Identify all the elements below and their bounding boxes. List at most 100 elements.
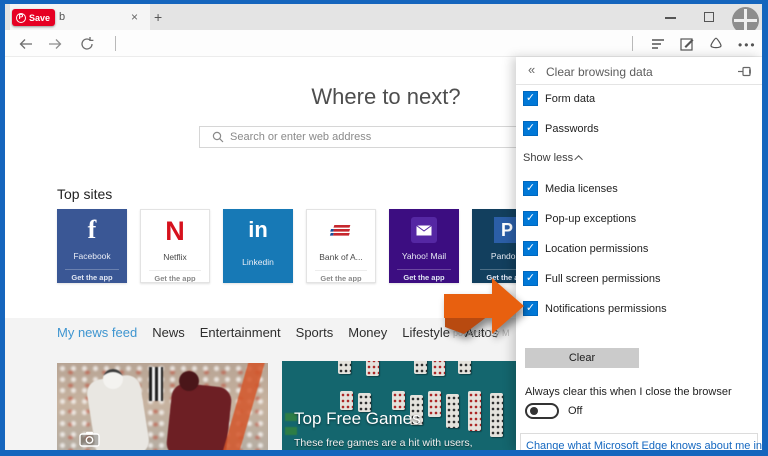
bottom-link-box: Change what Microsoft Edge knows about m…	[520, 433, 762, 450]
tile-name: Netflix	[163, 252, 187, 262]
checkbox-label: Form data	[545, 92, 596, 105]
pinterest-logo-icon: P	[16, 12, 26, 23]
clear-browsing-data-panel: « Clear browsing data ✓ Form data ✓ Pass…	[516, 57, 762, 450]
checkbox-label: Notifications permissions	[545, 302, 667, 315]
checkbox-label: Passwords	[545, 122, 599, 135]
checkbox-label: Full screen permissions	[545, 272, 661, 285]
minimize-button[interactable]	[665, 17, 676, 19]
get-the-app-link[interactable]: Get the app	[65, 269, 119, 282]
tab-my-news-feed[interactable]: My news feed	[57, 325, 137, 340]
netflix-icon: N	[165, 215, 185, 246]
checkbox-checked-icon[interactable]: ✓	[523, 91, 538, 106]
new-tab-button[interactable]: +	[154, 9, 162, 25]
screenshot-frame: b × P Save + ••• Where to next? Search o…	[0, 0, 768, 456]
linkedin-icon: in	[248, 217, 268, 242]
back-icon[interactable]	[18, 36, 34, 52]
tile-name: Yahoo! Mail	[401, 251, 447, 261]
tile-name: Bank of A...	[319, 252, 363, 262]
news-card-football[interactable]	[57, 363, 268, 450]
checkbox-row-media-licenses[interactable]: ✓ Media licenses	[523, 180, 753, 197]
checkbox-row-location-permissions[interactable]: ✓ Location permissions	[523, 240, 753, 257]
tile-name: Facebook	[73, 251, 111, 261]
toggle-state-label: Off	[568, 405, 583, 417]
show-less-link[interactable]: Show less	[523, 152, 583, 164]
tab-news[interactable]: News	[152, 325, 185, 340]
playing-card	[392, 391, 405, 410]
forward-icon[interactable]	[47, 36, 63, 52]
dark-helmet	[179, 371, 199, 391]
news-card-top-free-games[interactable]: Top Free Games These free games are a hi…	[282, 361, 516, 450]
checkbox-label: Pop-up exceptions	[545, 212, 637, 225]
toolbar-separator	[632, 36, 633, 51]
tab-sports[interactable]: Sports	[296, 325, 334, 340]
pinterest-save-button[interactable]: P Save	[12, 9, 55, 26]
always-clear-label: Always clear this when I close the brows…	[525, 386, 732, 398]
refresh-icon[interactable]	[79, 36, 95, 52]
playing-card	[428, 391, 441, 417]
top-site-tile-facebook[interactable]: f Facebook Get the app	[57, 209, 127, 283]
browser-toolbar: •••	[5, 30, 762, 57]
playing-card	[468, 391, 481, 431]
toggle-knob	[530, 407, 538, 415]
checkbox-row-passwords[interactable]: ✓ Passwords	[523, 120, 753, 137]
checkbox-row-notifications-permissions[interactable]: ✓ Notifications permissions	[523, 300, 753, 317]
top-site-tile-bank-of-america[interactable]: Bank of A... Get the app	[306, 209, 376, 283]
tab-bar: b × P Save +	[5, 4, 762, 34]
news-card-title: Top Free Games	[294, 409, 421, 428]
search-icon	[212, 131, 224, 143]
checkbox-label: Location permissions	[545, 242, 649, 255]
playing-card	[338, 361, 351, 374]
browser-window: b × P Save + ••• Where to next? Search o…	[5, 4, 762, 450]
tile-name: Linkedin	[242, 257, 274, 267]
news-feed-tabs: My news feed News Entertainment Sports M…	[57, 325, 498, 340]
player-maroon-jersey	[165, 382, 233, 450]
checkbox-checked-icon[interactable]: ✓	[523, 241, 538, 256]
tutorial-arrow-icon	[444, 278, 524, 334]
tab-entertainment[interactable]: Entertainment	[200, 325, 281, 340]
panel-back-icon[interactable]: «	[528, 62, 535, 77]
playing-card	[340, 391, 353, 410]
maximize-button[interactable]	[704, 12, 714, 22]
white-helmet	[103, 369, 123, 389]
checkbox-checked-icon[interactable]: ✓	[523, 211, 538, 226]
bank-of-america-icon	[307, 210, 375, 252]
checkbox-row-form-data[interactable]: ✓ Form data	[523, 90, 753, 107]
hub-icon[interactable]	[650, 36, 666, 52]
checkbox-label: Media licenses	[545, 182, 618, 195]
playing-card	[458, 361, 471, 374]
camera-icon	[79, 431, 100, 447]
search-bar[interactable]	[199, 126, 569, 148]
top-site-tile-linkedin[interactable]: in Linkedin	[223, 209, 293, 283]
web-note-icon[interactable]	[679, 36, 695, 52]
toolbar-separator	[115, 36, 116, 51]
playing-card	[446, 394, 459, 428]
get-the-app-link[interactable]: Get the app	[149, 270, 201, 282]
top-site-tile-netflix[interactable]: N Netflix Get the app	[140, 209, 210, 283]
panel-header: « Clear browsing data	[516, 57, 762, 85]
top-sites-title: Top sites	[57, 186, 113, 202]
checkbox-checked-icon[interactable]: ✓	[523, 121, 538, 136]
playing-card	[432, 361, 445, 376]
share-icon[interactable]	[708, 36, 724, 52]
playing-card	[490, 393, 503, 437]
clear-button[interactable]: Clear	[525, 348, 639, 368]
yahoo-mail-icon	[389, 209, 459, 251]
save-button-label: Save	[29, 12, 51, 23]
tab-money[interactable]: Money	[348, 325, 387, 340]
checkbox-row-full-screen-permissions[interactable]: ✓ Full screen permissions	[523, 270, 753, 287]
checkbox-checked-icon[interactable]: ✓	[523, 181, 538, 196]
chevron-up-icon	[574, 155, 583, 164]
pin-panel-icon[interactable]	[737, 64, 752, 79]
privacy-settings-link[interactable]: Change what Microsoft Edge knows about m…	[526, 440, 762, 450]
tab-title: b	[59, 11, 66, 23]
referee-figure	[149, 367, 163, 401]
tab-close-icon[interactable]: ×	[131, 10, 138, 24]
always-clear-toggle[interactable]	[525, 403, 559, 419]
playing-card	[414, 361, 427, 374]
more-actions-icon[interactable]: •••	[738, 38, 755, 54]
news-card-subtitle: These free games are a hit with users,	[294, 437, 473, 449]
checkbox-row-popup-exceptions[interactable]: ✓ Pop-up exceptions	[523, 210, 753, 227]
playing-card	[366, 361, 379, 376]
facebook-icon: f	[87, 215, 97, 244]
get-the-app-link[interactable]: Get the app	[315, 270, 367, 282]
